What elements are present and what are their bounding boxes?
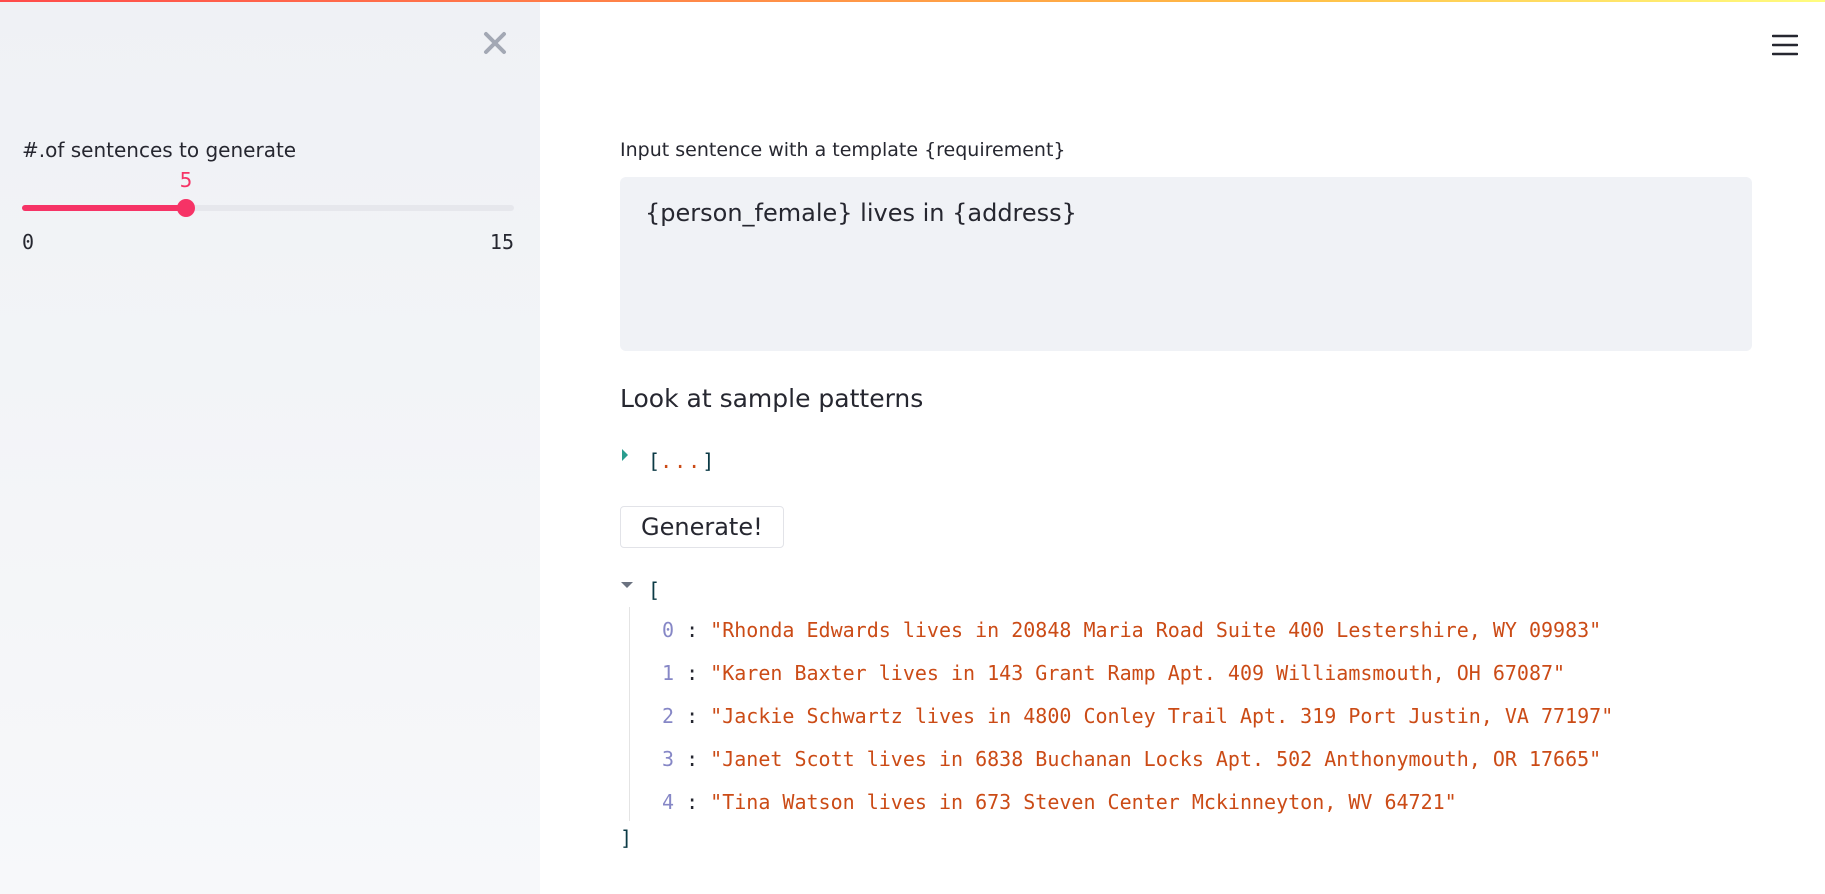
main-menu-button[interactable] (1770, 30, 1800, 60)
json-open-bracket: [ (648, 449, 661, 473)
json-ellipsis[interactable]: ... (660, 449, 702, 473)
result-separator: : (674, 790, 711, 814)
collapse-toggle[interactable] (620, 578, 636, 602)
results-json-open[interactable]: [ (620, 578, 660, 602)
result-index: 4 (662, 790, 675, 814)
slider-current-value: 5 (179, 168, 193, 192)
close-sidebar-button[interactable] (478, 26, 512, 60)
result-row: 3 : "Janet Scott lives in 6838 Buchanan … (662, 747, 1601, 771)
slider-label: #.of sentences to generate (22, 138, 297, 162)
json-close-bracket: ] (702, 449, 715, 473)
slider-max-label: 15 (489, 230, 514, 254)
slider-min-label: 0 (22, 230, 35, 254)
slider-thumb[interactable] (177, 199, 195, 217)
slider-track[interactable] (22, 205, 514, 211)
main-content: Input sentence with a template {requirem… (620, 0, 1752, 894)
close-icon (484, 32, 506, 54)
caret-down-icon (621, 582, 633, 588)
result-sentence[interactable]: "Rhonda Edwards lives in 20848 Maria Roa… (710, 618, 1601, 642)
hamburger-menu-icon (1772, 34, 1798, 56)
result-separator: : (674, 704, 711, 728)
result-row: 4 : "Tina Watson lives in 673 Steven Cen… (662, 790, 1457, 814)
sample-patterns-heading: Look at sample patterns (620, 384, 924, 413)
results-close-bracket: ] (620, 826, 633, 850)
generate-button[interactable]: Generate! (620, 506, 784, 548)
sentence-count-slider[interactable]: 5 0 15 (22, 168, 514, 258)
json-indent-guide (629, 607, 630, 821)
result-index: 3 (662, 747, 675, 771)
caret-right-icon (622, 449, 628, 461)
top-decoration-bar (0, 0, 1825, 2)
sample-patterns-json-collapsed[interactable]: [...] (620, 448, 714, 473)
slider-fill (22, 205, 186, 211)
template-input[interactable] (620, 177, 1752, 351)
result-sentence[interactable]: "Tina Watson lives in 673 Steven Center … (710, 790, 1457, 814)
results-open-bracket: [ (648, 578, 661, 602)
result-separator: : (674, 661, 711, 685)
sidebar: #.of sentences to generate 5 0 15 (0, 0, 540, 894)
result-index: 2 (662, 704, 675, 728)
result-sentence[interactable]: "Karen Baxter lives in 143 Grant Ramp Ap… (710, 661, 1565, 685)
results-json-close: ] (620, 826, 632, 850)
result-row: 0 : "Rhonda Edwards lives in 20848 Maria… (662, 618, 1601, 642)
result-sentence[interactable]: "Jackie Schwartz lives in 4800 Conley Tr… (710, 704, 1613, 728)
result-separator: : (674, 618, 711, 642)
result-separator: : (674, 747, 711, 771)
result-row: 2 : "Jackie Schwartz lives in 4800 Conle… (662, 704, 1613, 728)
template-input-label: Input sentence with a template {requirem… (620, 139, 1066, 161)
expand-toggle[interactable] (620, 448, 636, 473)
result-sentence[interactable]: "Janet Scott lives in 6838 Buchanan Lock… (710, 747, 1601, 771)
result-index: 1 (662, 661, 675, 685)
result-row: 1 : "Karen Baxter lives in 143 Grant Ram… (662, 661, 1565, 685)
result-index: 0 (662, 618, 675, 642)
